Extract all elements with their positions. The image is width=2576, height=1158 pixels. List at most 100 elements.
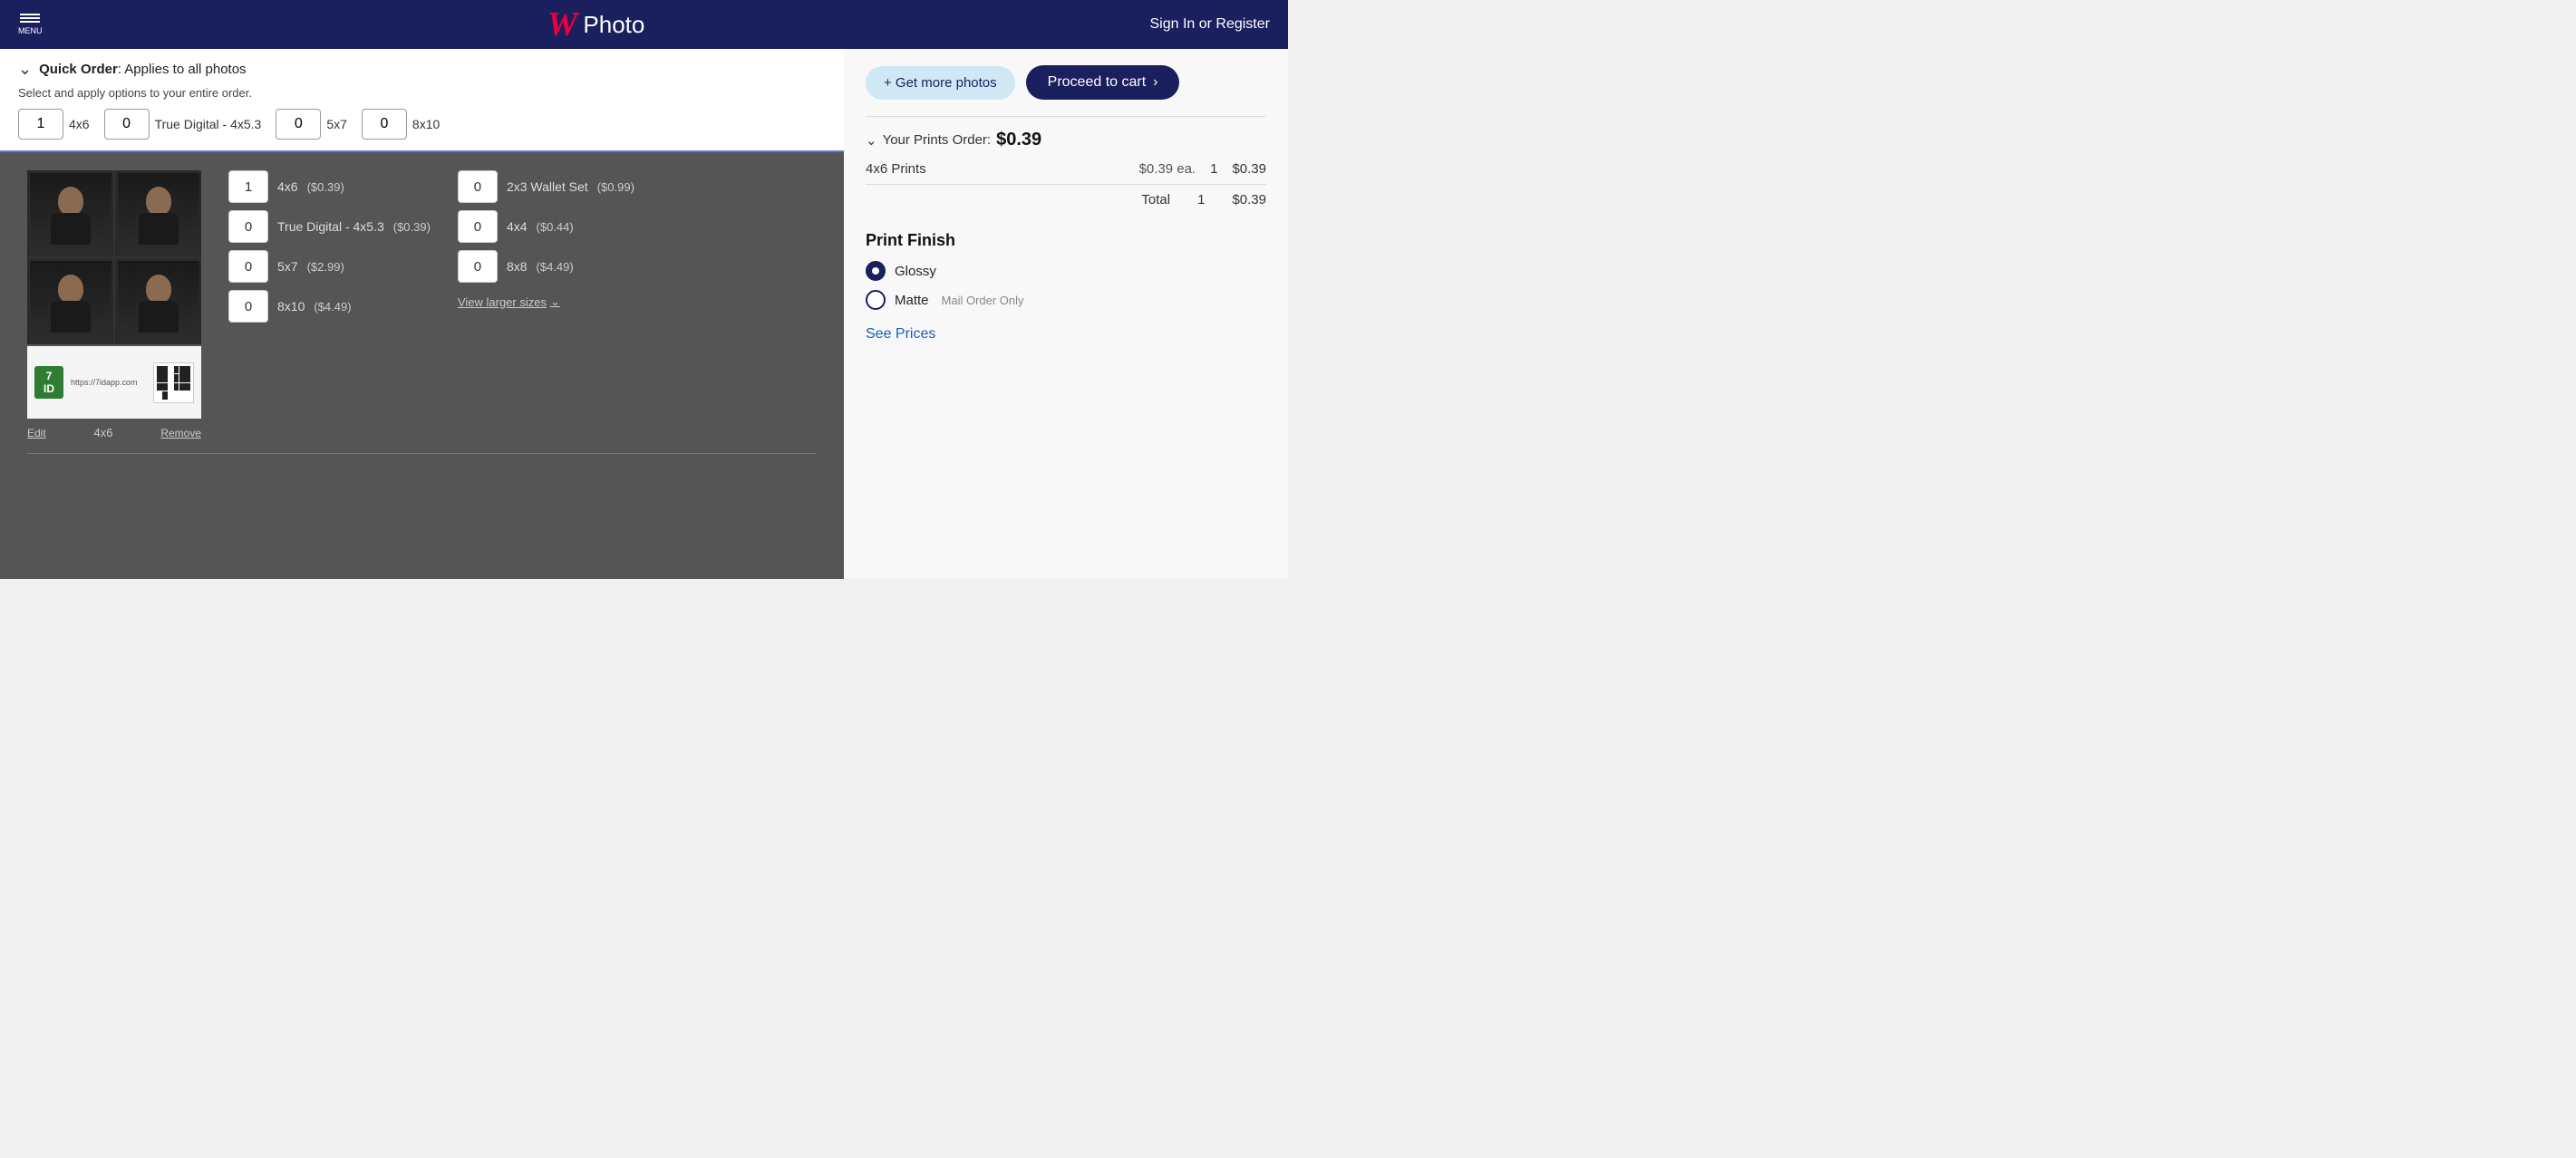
radio-glossy[interactable] xyxy=(866,261,886,281)
left-panel: ⌄ Quick Order: Applies to all photos Sel… xyxy=(0,49,844,579)
size-label-8x10: 8x10 xyxy=(412,117,440,131)
size-name-4x6: 4x6 xyxy=(277,179,298,194)
proceed-to-cart-button[interactable]: Proceed to cart › xyxy=(1026,65,1180,100)
quick-order-bar: ⌄ Quick Order: Applies to all photos Sel… xyxy=(0,49,844,152)
size-qty-8x10[interactable] xyxy=(228,290,268,323)
person-silhouette-4 xyxy=(133,275,183,343)
order-line-ea-price: $0.39 ea. xyxy=(1139,161,1196,177)
size-price-digital: ($0.39) xyxy=(393,220,431,234)
qty-input-4x6[interactable] xyxy=(18,109,63,140)
size-option-5x7: 5x7 ($2.99) xyxy=(228,250,431,283)
photo-size-label: 4x6 xyxy=(94,426,113,439)
print-finish-title: Print Finish xyxy=(866,231,1266,250)
chevron-down-icon-summary: ⌄ xyxy=(866,132,877,149)
main-layout: ⌄ Quick Order: Applies to all photos Sel… xyxy=(0,49,1288,579)
id-url: https://7idapp.com xyxy=(71,378,146,387)
radio-matte[interactable] xyxy=(866,290,886,310)
see-prices-link[interactable]: See Prices xyxy=(866,326,935,343)
person-head xyxy=(58,187,83,216)
qr-code xyxy=(153,362,194,403)
order-line-qty: 1 xyxy=(1210,161,1217,177)
photo-cell-3 xyxy=(27,258,113,344)
right-panel: + Get more photos Proceed to cart › ⌄ Yo… xyxy=(844,49,1288,579)
size-label-4x6: 4x6 xyxy=(69,117,90,131)
photo-divider xyxy=(27,453,817,454)
qty-input-digital[interactable] xyxy=(104,109,150,140)
view-larger-label: View larger sizes xyxy=(458,295,547,309)
size-qty-digital[interactable] xyxy=(228,210,268,243)
photo-cell-2 xyxy=(115,170,201,256)
logo: W Photo xyxy=(547,5,645,44)
size-qty-4x6[interactable] xyxy=(228,170,268,203)
photo-id-strip: 7 ID https://7idapp.com xyxy=(27,346,201,419)
person-head-3 xyxy=(58,275,83,304)
photo-placeholder-4 xyxy=(118,261,199,343)
order-line-total: $0.39 xyxy=(1232,161,1266,177)
size-name-4x4: 4x4 xyxy=(507,219,528,234)
size-label-5x7: 5x7 xyxy=(326,117,347,131)
person-silhouette-1 xyxy=(45,187,95,255)
person-silhouette-3 xyxy=(45,275,95,343)
person-body-2 xyxy=(139,213,179,245)
quick-order-title[interactable]: ⌄ Quick Order: Applies to all photos xyxy=(18,60,826,79)
order-summary: ⌄ Your Prints Order: $0.39 4x6 Prints $0… xyxy=(866,116,1266,222)
order-total-row: Total 1 $0.39 xyxy=(866,184,1266,207)
size-option-wallet: 2x3 Wallet Set ($0.99) xyxy=(458,170,634,203)
view-larger-sizes[interactable]: View larger sizes ⌄ xyxy=(458,294,634,309)
menu-button[interactable]: MENU xyxy=(18,14,43,35)
get-more-photos-button[interactable]: + Get more photos xyxy=(866,66,1015,100)
size-name-5x7: 5x7 xyxy=(277,259,298,274)
remove-link[interactable]: Remove xyxy=(160,427,201,439)
order-line-details: $0.39 ea. 1 $0.39 xyxy=(1139,161,1266,177)
size-option-8x10: 8x10 ($4.49) xyxy=(228,290,431,323)
order-summary-title: ⌄ Your Prints Order: $0.39 xyxy=(866,130,1266,150)
quick-order-description: Select and apply options to your entire … xyxy=(18,86,826,100)
photo-placeholder-2 xyxy=(118,173,199,255)
size-price-4x4: ($0.44) xyxy=(537,220,574,234)
quick-order-bold: Quick Order xyxy=(39,62,118,77)
order-summary-label: Your Prints Order: xyxy=(883,132,992,148)
photo-actions: Edit 4x6 Remove xyxy=(27,426,201,439)
size-options-right: 2x3 Wallet Set ($0.99) 4x4 ($0.44) 8x8 (… xyxy=(458,170,634,309)
id-logo: 7 ID xyxy=(34,366,63,399)
qty-input-5x7[interactable] xyxy=(276,109,321,140)
walgreens-w-logo: W xyxy=(547,5,578,44)
order-line-4x6: 4x6 Prints $0.39 ea. 1 $0.39 xyxy=(866,161,1266,177)
order-line-name: 4x6 Prints xyxy=(866,161,926,177)
photo-grid xyxy=(27,170,201,344)
total-qty: 1 xyxy=(1197,192,1205,207)
sign-in-link[interactable]: Sign In or Register xyxy=(1149,16,1270,33)
size-name-8x8: 8x8 xyxy=(507,259,528,274)
size-price-5x7: ($2.99) xyxy=(307,260,344,274)
matte-sublabel: Mail Order Only xyxy=(942,294,1024,307)
size-option-4x4: 4x4 ($0.44) xyxy=(458,210,634,243)
size-options-left: 4x6 ($0.39) True Digital - 4x5.3 ($0.39)… xyxy=(228,170,431,323)
finish-option-glossy[interactable]: Glossy xyxy=(866,261,1266,281)
right-top-buttons: + Get more photos Proceed to cart › xyxy=(866,65,1266,100)
person-body xyxy=(51,213,91,245)
size-qty-wallet[interactable] xyxy=(458,170,498,203)
size-qty-5x7[interactable] xyxy=(228,250,268,283)
person-head-2 xyxy=(146,187,171,216)
quick-order-inputs: 4x6 True Digital - 4x5.3 5x7 8x10 xyxy=(18,109,826,140)
size-price-4x6: ($0.39) xyxy=(307,180,344,194)
photo-placeholder-1 xyxy=(30,173,111,255)
photo-text: Photo xyxy=(583,11,644,39)
size-qty-8x8[interactable] xyxy=(458,250,498,283)
qty-input-8x10[interactable] xyxy=(362,109,407,140)
print-finish-section: Print Finish Glossy Matte Mail Order Onl… xyxy=(866,231,1266,343)
size-option-4x6: 4x6 ($0.39) xyxy=(228,170,431,203)
person-silhouette-2 xyxy=(133,187,183,255)
menu-line-3 xyxy=(20,21,40,23)
photo-placeholder-3 xyxy=(30,261,111,343)
size-qty-4x4[interactable] xyxy=(458,210,498,243)
quick-order-suffix: : Applies to all photos xyxy=(118,62,247,77)
proceed-arrow-icon: › xyxy=(1153,74,1157,91)
edit-link[interactable]: Edit xyxy=(27,427,46,439)
proceed-label: Proceed to cart xyxy=(1048,74,1147,91)
chevron-down-icon: ⌄ xyxy=(550,294,560,309)
size-option-8x8: 8x8 ($4.49) xyxy=(458,250,634,283)
finish-option-matte[interactable]: Matte Mail Order Only xyxy=(866,290,1266,310)
photo-area: 7 ID https://7idapp.com xyxy=(0,152,844,579)
person-body-3 xyxy=(51,301,91,333)
